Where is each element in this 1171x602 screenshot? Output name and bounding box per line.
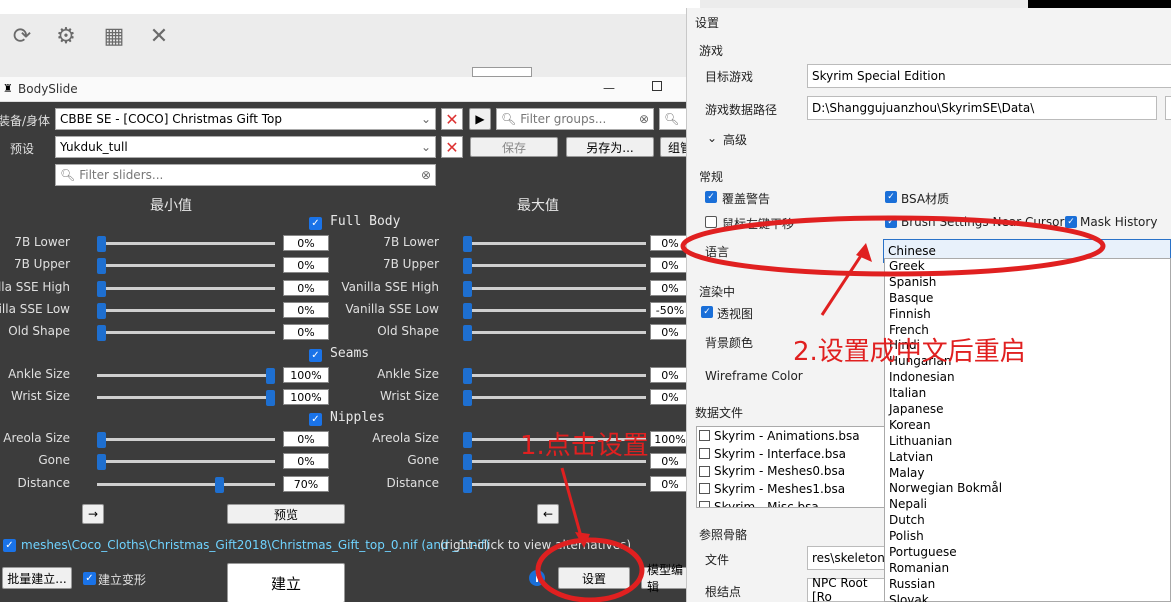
arrow-to-language: [820, 247, 868, 316]
annotation-overlay: [535, 215, 1106, 602]
settings-highlight-ellipse: [535, 537, 645, 602]
arrow-to-settings: [560, 467, 584, 541]
step1-annotation: 1.点击设置: [520, 431, 649, 461]
step2-annotation: 2.设置成中文后重启: [793, 337, 1026, 367]
language-highlight-ellipse: [680, 215, 1106, 277]
